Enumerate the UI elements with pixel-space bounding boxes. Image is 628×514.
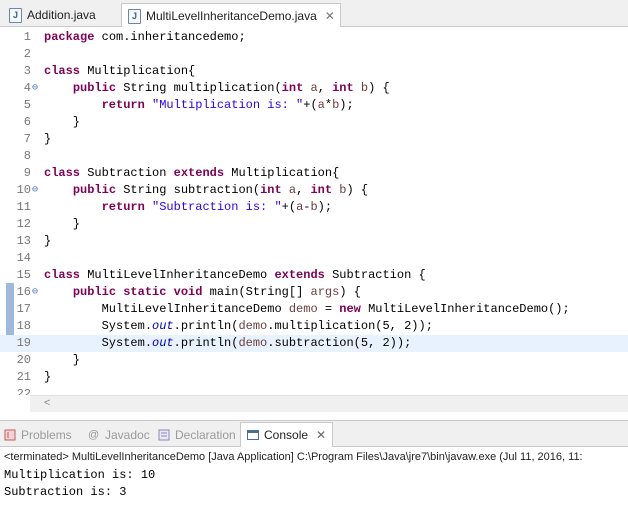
line-number: 10 (16, 183, 31, 197)
code-line[interactable]: 1 package com.inheritancedemo; (0, 29, 628, 46)
code-text: } (44, 353, 81, 367)
code-line[interactable]: 19 System.out.println(demo.subtraction(5… (0, 335, 628, 352)
close-icon[interactable]: ✕ (325, 9, 335, 23)
code-line[interactable]: 6 } (0, 114, 628, 131)
code-text: } (44, 132, 52, 146)
code-line[interactable]: 13} (0, 233, 628, 250)
line-number: 21 (16, 370, 31, 384)
code-text: class Subtraction extends Multiplication… (44, 166, 340, 180)
line-number: 6 (23, 115, 31, 129)
code-line[interactable]: 18 System.out.println(demo.multiplicatio… (0, 318, 628, 335)
line-number: 5 (23, 98, 31, 112)
code-editor[interactable]: 1 package com.inheritancedemo; 2 3 class Mul… (0, 27, 628, 395)
code-line[interactable]: 21} (0, 369, 628, 386)
line-number: 14 (16, 251, 31, 265)
line-number: 15 (16, 268, 31, 282)
code-line[interactable]: 17 MultiLevelInheritanceDemo demo = new … (0, 301, 628, 318)
code-text: } (44, 370, 52, 384)
code-line[interactable]: 16 ⊖ public static void main(String[] arg… (0, 284, 628, 301)
line-number: 1 (23, 30, 31, 44)
tab-label: MultiLevelInheritanceDemo.java (146, 9, 317, 23)
code-line[interactable]: 14 (0, 250, 628, 267)
tab-console[interactable]: Console ✕ (240, 422, 334, 447)
console-output-line: Multiplication is: 10 (4, 468, 156, 482)
line-number: 4 (23, 81, 31, 95)
code-line[interactable]: 9 class Subtraction extends Multiplicatio… (0, 165, 628, 182)
console-icon (247, 429, 259, 441)
line-number: 13 (16, 234, 31, 248)
code-text: System.out.println(demo.multiplication(5… (44, 319, 433, 333)
code-line[interactable]: 5 return "Multiplication is: "+(a*b); (0, 97, 628, 114)
code-line[interactable]: 11 return "Subtraction is: "+(a-b); (0, 199, 628, 216)
console-status: <terminated> MultiLevelInheritanceDemo [… (0, 447, 628, 467)
tab-problems[interactable]: Problems (4, 425, 72, 445)
code-line[interactable]: 10 ⊖ public String subtraction(int a, int… (0, 182, 628, 199)
code-line[interactable]: 20 } (0, 352, 628, 369)
tab-label: Problems (21, 428, 72, 442)
code-text: package com.inheritancedemo; (44, 30, 246, 44)
tab-addition-java[interactable]: J Addition.java (3, 3, 115, 27)
line-number: 17 (16, 302, 31, 316)
line-number: 8 (23, 149, 31, 163)
line-number: 7 (23, 132, 31, 146)
console-output-line: Subtraction is: 3 (4, 485, 127, 499)
code-text: System.out.println(demo.subtraction(5, 2… (44, 336, 412, 350)
fold-toggle-icon[interactable]: ⊖ (32, 182, 40, 199)
code-text: } (44, 234, 52, 248)
code-line[interactable]: 22 (0, 386, 628, 395)
line-number: 16 (16, 285, 31, 299)
scroll-left-icon[interactable]: < (44, 397, 50, 409)
fold-toggle-icon[interactable]: ⊖ (32, 80, 40, 97)
line-number: 2 (23, 47, 31, 61)
code-text: class MultiLevelInheritanceDemo extends … (44, 268, 426, 282)
line-number: 19 (16, 336, 31, 350)
editor-tab-bar: J Addition.java J MultiLevelInheritanceD… (0, 0, 628, 28)
tab-multilevelinheritancedemo-java[interactable]: J MultiLevelInheritanceDemo.java ✕ (121, 3, 341, 28)
line-number: 20 (16, 353, 31, 367)
code-line[interactable]: 12 } (0, 216, 628, 233)
tab-declaration[interactable]: Declaration (158, 425, 236, 445)
tab-label: Javadoc (105, 428, 150, 442)
line-number: 18 (16, 319, 31, 333)
tab-javadoc[interactable]: @ Javadoc (88, 425, 150, 445)
java-file-icon: J (9, 7, 22, 23)
line-number: 9 (23, 166, 31, 180)
code-line[interactable]: 15 class MultiLevelInheritanceDemo extend… (0, 267, 628, 284)
code-text: } (44, 217, 81, 231)
code-text: MultiLevelInheritanceDemo demo = new Mul… (44, 302, 570, 316)
code-line[interactable]: 4 ⊖ public String multiplication(int a, i… (0, 80, 628, 97)
code-text: public String multiplication(int a, int … (72, 81, 390, 95)
code-text: } (44, 115, 81, 129)
code-text: public static void main(String[] args) { (72, 285, 361, 299)
code-line[interactable]: 7} (0, 131, 628, 148)
code-line[interactable]: 3 class Multiplication{ (0, 63, 628, 80)
java-file-icon: J (128, 8, 141, 24)
javadoc-icon: @ (88, 429, 100, 441)
code-line[interactable]: 8 (0, 148, 628, 165)
code-text: return "Subtraction is: "+(a-b); (101, 200, 333, 214)
tab-label: Declaration (175, 428, 236, 442)
console-tab-bar: Problems @ Javadoc Declaration Console ✕ (0, 420, 628, 447)
declaration-icon (158, 429, 170, 441)
line-number: 11 (16, 200, 31, 214)
problems-icon (4, 429, 16, 441)
code-text: return "Multiplication is: "+(a*b); (101, 98, 354, 112)
line-number: 12 (16, 217, 31, 231)
horizontal-scrollbar[interactable]: < (30, 395, 628, 412)
fold-toggle-icon[interactable]: ⊖ (32, 284, 40, 301)
tab-label: Addition.java (27, 8, 96, 22)
code-line[interactable]: 2 (0, 46, 628, 63)
line-number: 22 (16, 387, 31, 395)
tab-label: Console (264, 428, 309, 442)
close-icon[interactable]: ✕ (316, 428, 326, 442)
code-text: public String subtraction(int a, int b) … (72, 183, 369, 197)
code-text: class Multiplication{ (44, 64, 196, 78)
line-number: 3 (23, 64, 31, 78)
